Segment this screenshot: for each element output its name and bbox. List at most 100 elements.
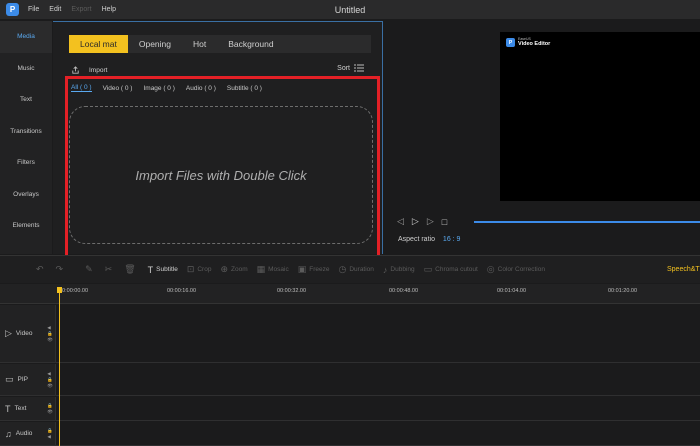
microphone-icon: ♪ xyxy=(382,264,388,275)
color-correction-button[interactable]: ◎ Color Correction xyxy=(487,264,545,275)
aspect-ratio: Aspect ratio 16 : 9 xyxy=(398,236,460,243)
trash-icon[interactable]: 🗑 xyxy=(124,264,138,275)
sort-label: Sort xyxy=(337,64,350,72)
dubbing-button[interactable]: ♪ Dubbing xyxy=(383,265,415,275)
track-label-video: Video xyxy=(15,330,33,337)
chroma-icon: ▭ xyxy=(423,264,433,274)
ruler-tick-label: 00:01:20.00 xyxy=(608,288,638,294)
sort-control[interactable]: Sort xyxy=(337,64,364,72)
undo-icon[interactable]: ↶ xyxy=(36,264,47,275)
video-track-icon: ▷ xyxy=(5,328,12,338)
filter-image[interactable]: Image ( 0 ) xyxy=(143,85,174,92)
preview-screen: P EaseUS Video Editor xyxy=(500,32,700,201)
sidebar-item-transitions[interactable]: Transitions xyxy=(0,116,52,148)
mosaic-button[interactable]: ▦ Mosaic xyxy=(257,264,289,275)
playhead-line[interactable] xyxy=(59,290,60,446)
tab-background[interactable]: Background xyxy=(217,35,284,53)
stop-icon[interactable]: □ xyxy=(442,217,447,227)
menu-edit[interactable]: Edit xyxy=(49,6,61,13)
sidebar-item-overlays[interactable]: Overlays xyxy=(0,179,52,211)
sidebar: Media Music Text Transitions Filters Ove… xyxy=(0,21,52,254)
audio-track-icon: ♫ xyxy=(5,428,12,439)
filter-subtitle[interactable]: Subtitle ( 0 ) xyxy=(227,85,262,92)
aspect-ratio-label: Aspect ratio xyxy=(398,236,435,243)
zoom-icon: ⊕ xyxy=(220,264,228,274)
playback-controls: ◁ ▷ ▷ □ xyxy=(397,216,455,227)
ruler-tick-label: 00:00:16.00 xyxy=(167,288,197,294)
timeline-ruler[interactable]: 00:00:00.00 00:00:16.00 00:00:32.00 00:0… xyxy=(0,284,700,304)
redo-icon[interactable]: ↷ xyxy=(56,264,67,275)
tab-opening[interactable]: Opening xyxy=(128,35,182,53)
track-controls-pip[interactable]: ◀ 🔒 👁 xyxy=(47,371,53,389)
import-button[interactable]: Import xyxy=(89,67,107,74)
palette-icon: ◎ xyxy=(486,264,495,274)
sidebar-item-elements[interactable]: Elements xyxy=(0,210,52,242)
track-head-text: T Text 🔒 👁 xyxy=(0,397,56,420)
menu-bar: File Edit Export Help xyxy=(28,6,126,13)
ruler-tick-label: 00:00:00.00 xyxy=(59,288,89,294)
next-frame-icon[interactable]: ▷ xyxy=(427,216,434,227)
media-filters: All ( 0 ) Video ( 0 ) Image ( 0 ) Audio … xyxy=(71,84,273,92)
crop-button[interactable]: ⊡ Crop xyxy=(187,264,212,275)
ruler-tick-label: 00:00:48.00 xyxy=(389,288,419,294)
playback-progress-bar[interactable] xyxy=(474,221,700,223)
previous-frame-icon[interactable]: ◁ xyxy=(397,216,404,227)
ruler-tick-label: 00:01:04.00 xyxy=(497,288,527,294)
sidebar-item-text[interactable]: Text xyxy=(0,84,52,116)
media-panel: Local mat Opening Hot Background Import … xyxy=(53,21,383,254)
pencil-icon[interactable]: ✎ xyxy=(85,264,96,275)
filter-video[interactable]: Video ( 0 ) xyxy=(103,85,133,92)
pip-track-icon: ▭ xyxy=(5,374,14,384)
track-pip[interactable]: ▭ PIP ◀ 🔒 👁 xyxy=(0,364,700,396)
brand-big-text: Video Editor xyxy=(518,40,551,47)
preview-brand: P EaseUS Video Editor xyxy=(506,37,551,47)
track-controls-audio[interactable]: 🔒 ◀ xyxy=(47,428,53,440)
chroma-cutout-button[interactable]: ▭ Chroma cutout xyxy=(424,264,478,275)
sidebar-item-music[interactable]: Music xyxy=(0,53,52,85)
subtitle-button[interactable]: T Subtitle xyxy=(148,265,178,275)
duration-icon: ◷ xyxy=(338,264,347,274)
media-tabs: Local mat Opening Hot Background xyxy=(69,35,371,53)
app-logo-icon[interactable]: P xyxy=(6,3,19,16)
import-drop-zone[interactable]: Import Files with Double Click xyxy=(69,106,373,244)
freeze-button[interactable]: ▣ Freeze xyxy=(298,264,330,275)
title-bar: P File Edit Export Help Untitled xyxy=(0,0,700,19)
filter-all[interactable]: All ( 0 ) xyxy=(71,84,92,92)
brand-logo-icon: P xyxy=(506,38,515,47)
import-row: Import Sort xyxy=(71,64,373,76)
duration-button[interactable]: ◷ Duration xyxy=(338,264,373,275)
track-controls-video[interactable]: ◀ 🔒 👁 xyxy=(47,325,53,343)
filter-audio[interactable]: Audio ( 0 ) xyxy=(186,85,216,92)
sidebar-item-media[interactable]: Media xyxy=(0,21,52,53)
menu-file[interactable]: File xyxy=(28,6,39,13)
menu-help[interactable]: Help xyxy=(102,6,116,13)
track-head-video: ▷ Video ◀ 🔒 👁 xyxy=(0,305,56,362)
sort-list-icon[interactable] xyxy=(354,64,364,72)
preview-panel: P EaseUS Video Editor ◁ ▷ ▷ □ Aspect rat… xyxy=(384,21,700,254)
edit-toolbar: ↶ ↷ ✎ ✂ 🗑 T Subtitle ⊡ Crop ⊕ Zoom ▦ Mosaic … xyxy=(0,255,700,283)
track-head-audio: ♫ Audio 🔒 ◀ xyxy=(0,422,56,445)
text-track-icon: T xyxy=(5,403,11,414)
speech-to-text-button[interactable]: Speech&T xyxy=(667,266,700,273)
play-icon[interactable]: ▷ xyxy=(412,216,419,227)
crop-icon: ⊡ xyxy=(186,264,195,274)
track-video[interactable]: ▷ Video ◀ 🔒 👁 xyxy=(0,305,700,363)
import-icon[interactable] xyxy=(71,65,80,75)
subtitle-icon: T xyxy=(147,264,154,275)
sidebar-item-filters[interactable]: Filters xyxy=(0,147,52,179)
scissors-icon[interactable]: ✂ xyxy=(105,264,116,275)
aspect-ratio-value[interactable]: 16 : 9 xyxy=(443,236,461,243)
ruler-tick-label: 00:00:32.00 xyxy=(277,288,307,294)
mosaic-icon: ▦ xyxy=(256,264,266,274)
menu-export: Export xyxy=(71,6,92,13)
track-controls-text[interactable]: 🔒 👁 xyxy=(47,403,53,415)
track-audio[interactable]: ♫ Audio 🔒 ◀ xyxy=(0,422,700,446)
zoom-button[interactable]: ⊕ Zoom xyxy=(220,264,247,275)
track-label-text: Text xyxy=(14,405,27,412)
tab-hot[interactable]: Hot xyxy=(182,35,217,53)
track-head-pip: ▭ PIP ◀ 🔒 👁 xyxy=(0,364,56,395)
track-text[interactable]: T Text 🔒 👁 xyxy=(0,397,700,421)
drop-zone-text: Import Files with Double Click xyxy=(135,167,307,183)
freeze-icon: ▣ xyxy=(297,264,307,274)
tab-local-mat[interactable]: Local mat xyxy=(69,35,128,53)
